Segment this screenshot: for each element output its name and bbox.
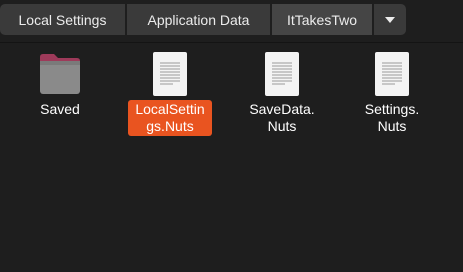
- file-name-line: LocalSettin: [135, 101, 205, 117]
- text-file-icon: [146, 50, 194, 98]
- breadcrumb-local-settings[interactable]: Local Settings: [0, 4, 125, 35]
- file-manager-window: Local Settings Application Data ItTakesT…: [0, 0, 463, 272]
- file-item-localsettings-nuts[interactable]: LocalSettin gs.Nuts: [122, 50, 218, 136]
- breadcrumb: Local Settings Application Data ItTakesT…: [0, 4, 408, 35]
- file-item-savedata-nuts[interactable]: SaveData. Nuts: [234, 50, 330, 136]
- file-name-line: Settings.: [364, 101, 420, 117]
- breadcrumb-label: Application Data: [147, 11, 250, 28]
- file-item-settings-nuts[interactable]: Settings. Nuts: [344, 50, 440, 136]
- file-item-saved[interactable]: Saved: [12, 50, 108, 119]
- path-menu-button[interactable]: [374, 4, 406, 35]
- file-name-line: Nuts: [267, 118, 297, 134]
- file-name: SaveData. Nuts: [240, 100, 324, 136]
- file-name: Settings. Nuts: [350, 100, 434, 136]
- file-name: LocalSettin gs.Nuts: [128, 100, 212, 136]
- file-name-line: SaveData.: [249, 101, 315, 117]
- caret-down-icon: [385, 16, 395, 23]
- file-name-line: gs.Nuts: [146, 118, 194, 134]
- text-file-icon: [258, 50, 306, 98]
- divider: [0, 42, 463, 43]
- breadcrumb-label: ItTakesTwo: [286, 11, 358, 28]
- breadcrumb-ittakestwo[interactable]: ItTakesTwo: [272, 4, 372, 35]
- breadcrumb-label: Local Settings: [18, 11, 107, 28]
- text-file-icon: [368, 50, 416, 98]
- folder-icon: [36, 50, 84, 98]
- breadcrumb-application-data[interactable]: Application Data: [127, 4, 270, 35]
- file-name: Saved: [40, 101, 80, 117]
- file-name-line: Nuts: [377, 118, 407, 134]
